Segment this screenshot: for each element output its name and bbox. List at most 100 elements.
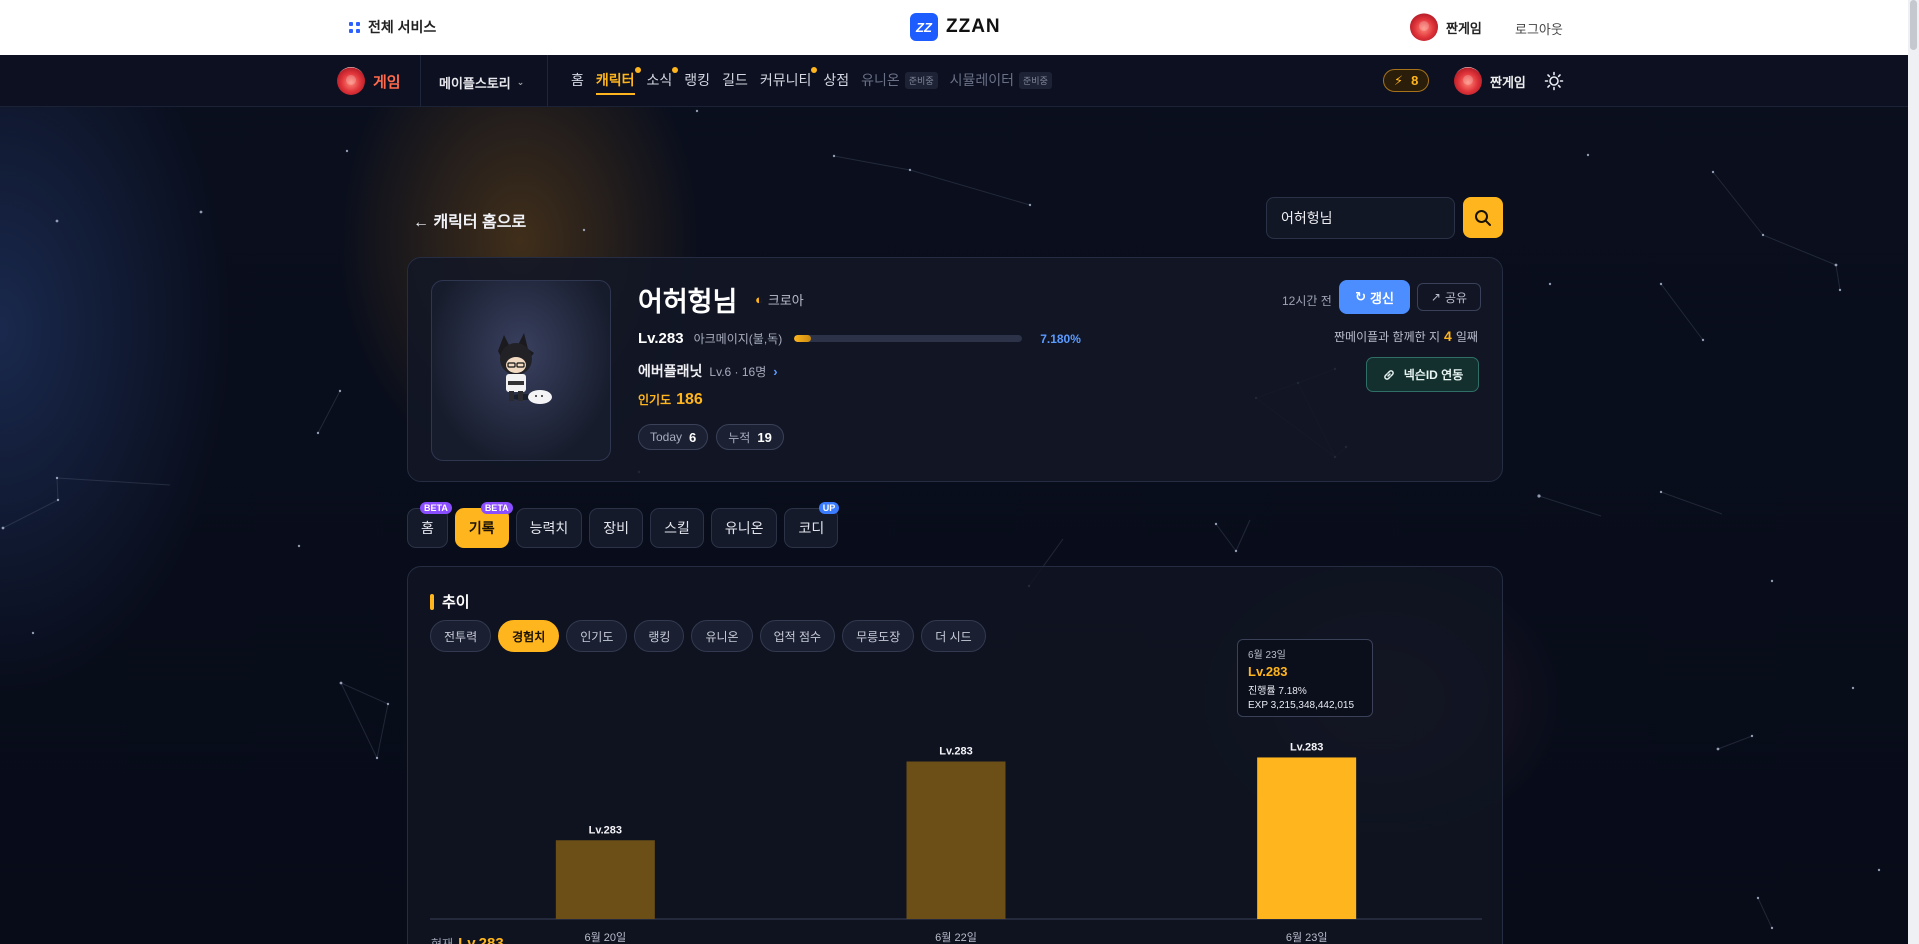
brand-logo-link[interactable]: ZZ ZZAN xyxy=(910,13,1001,41)
bar-data-label: Lv.283 xyxy=(1290,741,1323,753)
nav-user-menu[interactable]: 짠게임 xyxy=(1454,67,1526,95)
tab-label: 장비 xyxy=(603,520,630,536)
all-services-button[interactable]: 전체 서비스 xyxy=(349,17,436,37)
guild-link[interactable]: 에버플래닛 Lv.6 · 16명 › xyxy=(638,361,778,381)
current-label: 현재 xyxy=(431,937,454,944)
nav-label: 랭킹 xyxy=(684,72,711,88)
scrollbar-thumb[interactable] xyxy=(1910,0,1917,50)
tab-equipment[interactable]: 장비 xyxy=(589,508,644,548)
refresh-button[interactable]: ↻ 갱신 xyxy=(1339,280,1410,314)
nav-label: 유니온 xyxy=(861,72,900,88)
chevron-down-icon: ⌄ xyxy=(516,77,525,87)
since-days: 4 xyxy=(1444,328,1452,344)
character-name: 어허헝님 xyxy=(638,287,738,317)
nexon-id-link-button[interactable]: 넥슨ID 연동 xyxy=(1366,357,1479,392)
level-row: Lv.283 아크메이지(불,독) 7.180% xyxy=(638,330,1081,347)
nav-item-ranking[interactable]: 랭킹 xyxy=(684,70,710,90)
popularity-value: 186 xyxy=(676,391,703,408)
nav-divider xyxy=(420,55,421,107)
beta-badge: BETA xyxy=(420,502,452,514)
game-logo-icon xyxy=(337,67,365,95)
experience-bar-chart: Lv.283 6월 20일 Lv.283 6월 22일 Lv.283 6월 23일 xyxy=(430,741,1482,944)
total-label: 누적 xyxy=(728,430,751,445)
filter-the-seed[interactable]: 더 시드 xyxy=(921,620,986,652)
nav-item-guild[interactable]: 길드 xyxy=(722,70,748,90)
trend-panel: 추이 전투력 경험치 인기도 랭킹 유니온 업적 점수 무릉도장 더 시드 Lv… xyxy=(407,566,1503,944)
refresh-icon: ↻ xyxy=(1355,289,1366,304)
tab-coordi[interactable]: 코디 UP xyxy=(784,502,840,548)
nav-user-name: 짠게임 xyxy=(1490,74,1526,90)
tooltip-level: Lv.283 xyxy=(1248,664,1288,679)
x-tick-label: 6월 23일 xyxy=(1286,930,1328,944)
trend-title-label: 추이 xyxy=(442,594,470,611)
chart-bar xyxy=(555,840,655,919)
bar-data-label: Lv.283 xyxy=(589,824,622,836)
filter-union[interactable]: 유니온 xyxy=(691,620,753,652)
logout-link[interactable]: 로그아웃 xyxy=(1515,19,1563,38)
new-dot-indicator xyxy=(672,67,679,73)
coming-soon-tag: 준비중 xyxy=(904,71,938,89)
sun-icon[interactable] xyxy=(1544,71,1564,91)
new-dot-indicator xyxy=(634,67,641,73)
last-updated: 12시간 전 xyxy=(1282,294,1332,308)
tooltip-exp: EXP 3,215,348,442,015 xyxy=(1248,700,1355,711)
tab-stats[interactable]: 능력치 xyxy=(515,508,583,548)
total-visits-chip: 누적 19 xyxy=(716,424,784,450)
link-icon xyxy=(1383,369,1394,380)
filter-combat-power[interactable]: 전투력 xyxy=(430,620,492,652)
top-user-name: 짠게임 xyxy=(1446,20,1482,36)
guild-meta: Lv.6 · 16명 xyxy=(709,364,767,379)
character-portrait xyxy=(431,280,611,461)
beta-badge: BETA xyxy=(480,502,513,514)
page-scrollbar[interactable] xyxy=(1908,0,1919,944)
nav-item-character[interactable]: 캐릭터 xyxy=(595,67,641,95)
nav-item-shop[interactable]: 상점 xyxy=(823,70,849,90)
nav-label: 상점 xyxy=(823,72,850,88)
energy-counter[interactable]: ⚡ 8 xyxy=(1383,69,1430,92)
game-logo-label: 게임 xyxy=(373,73,401,91)
tab-label: 스킬 xyxy=(664,520,690,536)
grid-icon xyxy=(349,21,360,33)
tab-home[interactable]: 홈 BETA xyxy=(407,502,452,548)
filter-mureung[interactable]: 무릉도장 xyxy=(842,620,915,652)
share-button[interactable]: ↗ 공유 xyxy=(1417,283,1481,311)
energy-value: 8 xyxy=(1411,73,1419,88)
character-tabs: 홈 BETA 기록 BETA 능력치 장비 스킬 유니온 코디 UP xyxy=(407,502,840,548)
nav-label: 길드 xyxy=(722,72,748,88)
world-icon: ◐ xyxy=(755,292,763,307)
nexon-label: 넥슨ID 연동 xyxy=(1403,368,1464,382)
filter-popularity[interactable]: 인기도 xyxy=(566,620,628,652)
title-accent-bar xyxy=(430,593,434,610)
search-icon xyxy=(1475,209,1491,226)
chart-bar xyxy=(906,761,1006,919)
chart-bar xyxy=(1257,757,1357,919)
share-arrow-icon: ↗ xyxy=(1430,290,1441,304)
today-visits-chip: Today 6 xyxy=(638,424,709,450)
nav-item-community[interactable]: 커뮤니티 xyxy=(760,67,818,90)
filter-experience[interactable]: 경험치 xyxy=(498,620,560,652)
tab-union[interactable]: 유니온 xyxy=(710,508,778,548)
filter-ranking[interactable]: 랭킹 xyxy=(634,620,685,652)
popularity: 인기도 186 xyxy=(638,391,703,409)
search-button[interactable] xyxy=(1463,197,1503,238)
current-level: 현재 Lv.283 xyxy=(431,935,504,944)
tab-label: 유니온 xyxy=(724,520,764,536)
character-profile-card: 어허헝님 ◐ 크로아 Lv.283 아크메이지(불,독) 7.180% 에버플래… xyxy=(407,257,1503,482)
tab-records[interactable]: 기록 BETA xyxy=(454,502,513,548)
nav-divider xyxy=(547,55,548,107)
tab-skills[interactable]: 스킬 xyxy=(650,508,704,548)
top-user-menu[interactable]: 짠게임 xyxy=(1410,13,1482,41)
tooltip-date: 6월 23일 xyxy=(1248,650,1286,661)
game-navigation: 게임 메이플스토리 ⌄ 홈 캐릭터 소식 랭킹 길드 커뮤니티 상점 유니온 준비… xyxy=(0,55,1919,107)
bar-data-label: Lv.283 xyxy=(939,746,972,758)
new-dot-indicator xyxy=(811,67,818,73)
tooltip-progress: 진행률 7.18% xyxy=(1248,686,1307,697)
game-home-link[interactable]: 게임 xyxy=(337,67,401,95)
character-search-input[interactable] xyxy=(1266,197,1455,239)
nav-item-home[interactable]: 홈 xyxy=(571,70,584,90)
game-select-dropdown[interactable]: 메이플스토리 ⌄ xyxy=(439,73,524,92)
filter-achievement[interactable]: 업적 점수 xyxy=(759,620,836,652)
back-to-character-home-link[interactable]: ← 캐릭터 홈으로 xyxy=(413,208,526,232)
x-tick-label: 6월 20일 xyxy=(585,930,627,944)
nav-item-news[interactable]: 소식 xyxy=(647,67,679,90)
